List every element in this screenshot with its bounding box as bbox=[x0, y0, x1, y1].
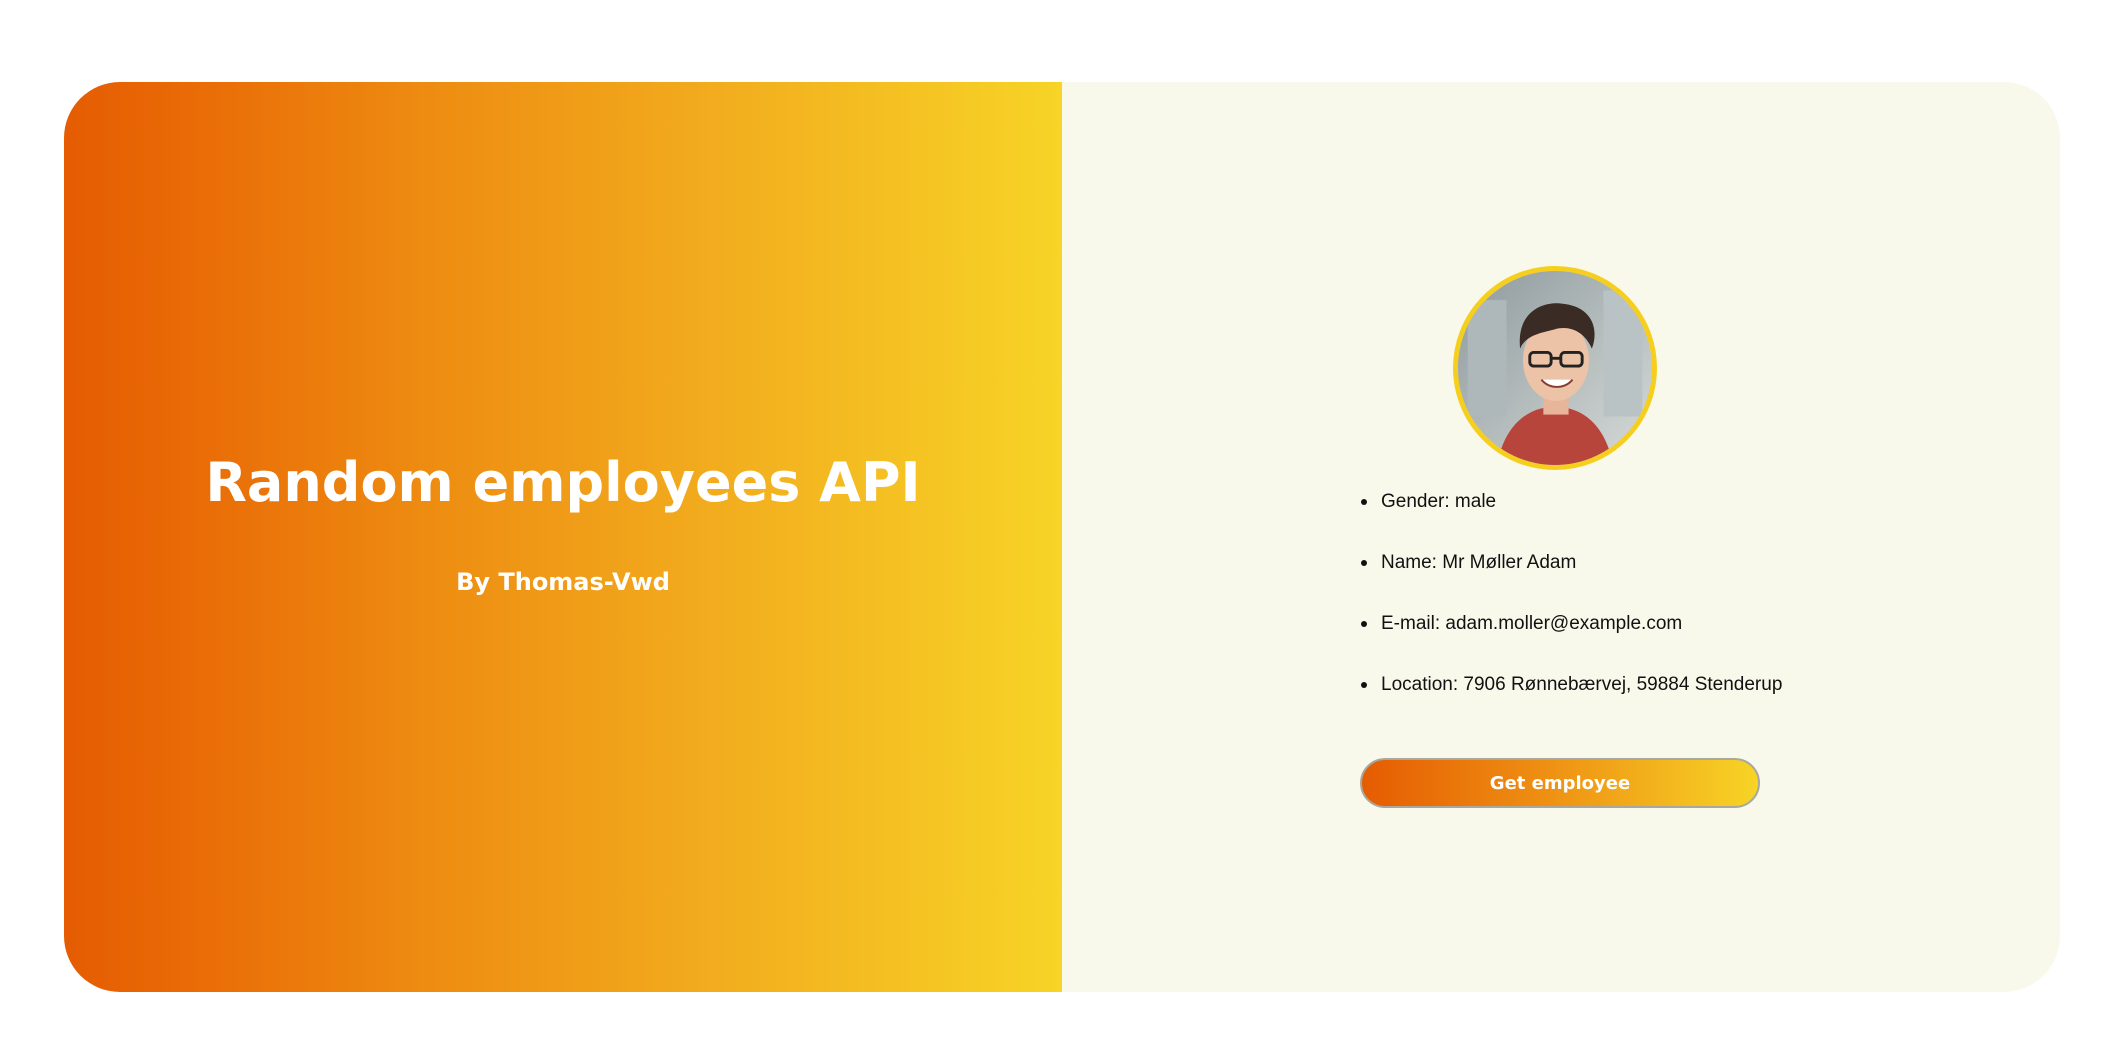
detail-gender: Gender: male bbox=[1361, 490, 1782, 551]
detail-name: Name: Mr Møller Adam bbox=[1361, 551, 1782, 612]
detail-name-text: Name: Mr Møller Adam bbox=[1381, 552, 1577, 573]
detail-location: Location: 7906 Rønnebærvej, 59884 Stende… bbox=[1361, 673, 1782, 734]
employee-details: Gender: male Name: Mr Møller Adam E-mail… bbox=[1361, 490, 1782, 734]
detail-email-text: E-mail: adam.moller@example.com bbox=[1381, 613, 1683, 634]
bullet-icon bbox=[1361, 499, 1367, 505]
detail-location-text: Location: 7906 Rønnebærvej, 59884 Stende… bbox=[1381, 674, 1783, 695]
bullet-icon bbox=[1361, 682, 1367, 688]
bullet-icon bbox=[1361, 621, 1367, 627]
page-title: Random employees API bbox=[205, 450, 921, 514]
employee-panel: Gender: male Name: Mr Møller Adam E-mail… bbox=[1062, 82, 2060, 992]
get-employee-button[interactable]: Get employee bbox=[1360, 758, 1760, 808]
detail-email: E-mail: adam.moller@example.com bbox=[1361, 612, 1782, 673]
bullet-icon bbox=[1361, 560, 1367, 566]
employee-photo-icon bbox=[1458, 271, 1652, 465]
author-credit: By Thomas-Vwd bbox=[456, 567, 670, 596]
detail-gender-text: Gender: male bbox=[1381, 491, 1497, 512]
main-card: Random employees API By Thomas-Vwd Gende… bbox=[64, 82, 2060, 992]
hero-panel: Random employees API By Thomas-Vwd bbox=[64, 82, 1062, 992]
employee-avatar bbox=[1453, 266, 1657, 470]
